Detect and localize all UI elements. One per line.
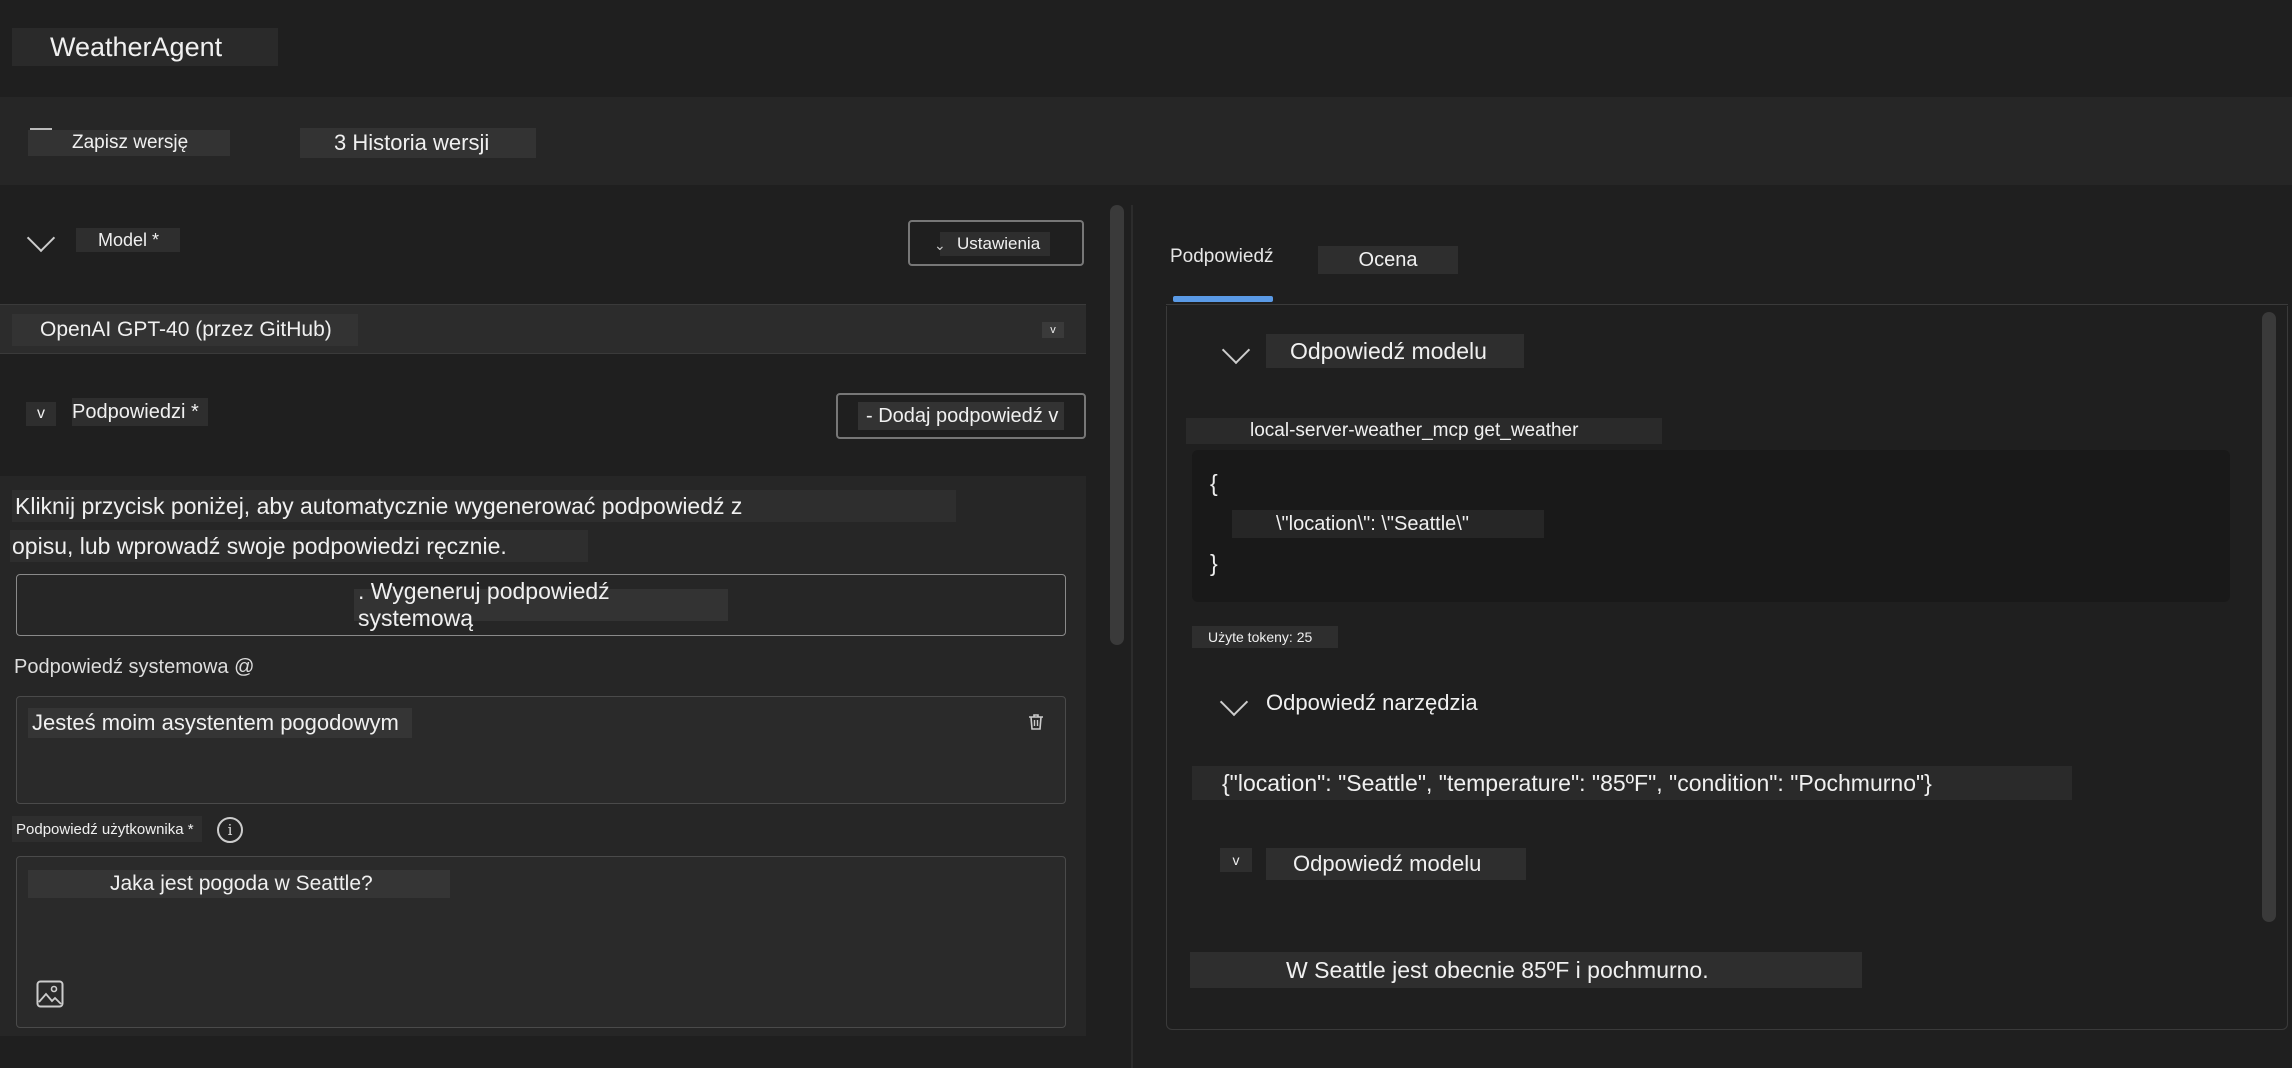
user-prompt-label: Podpowiedź użytkownika * bbox=[12, 816, 202, 842]
model-response-toggle[interactable]: v bbox=[1220, 848, 1252, 872]
model-response-label-2: Odpowiedź modelu bbox=[1266, 848, 1526, 880]
final-model-response: W Seattle jest obecnie 85ºF i pochmurno. bbox=[1190, 952, 1862, 988]
gear-icon: ⌄ bbox=[934, 237, 946, 253]
tool-response-text: {"location": "Seattle", "temperature": "… bbox=[1192, 766, 2072, 800]
image-icon[interactable] bbox=[36, 980, 64, 1008]
app-title: WeatherAgent bbox=[12, 28, 278, 66]
trash-icon[interactable] bbox=[1026, 712, 1046, 732]
model-response-label: Odpowiedź modelu bbox=[1266, 334, 1524, 368]
version-history-button[interactable]: 3 Historia wersji bbox=[300, 128, 536, 158]
save-icon bbox=[30, 128, 52, 130]
code-open-brace: { bbox=[1210, 470, 1218, 496]
system-prompt-value: Jesteś moim asystentem pogodowym bbox=[28, 708, 412, 738]
prompt-hint-line2: opisu, lub wprowadź swoje podpowiedzi rę… bbox=[10, 530, 588, 562]
code-line: \"location\": \"Seattle\" bbox=[1232, 510, 1544, 538]
left-scrollbar[interactable] bbox=[1110, 205, 1124, 645]
tab-prompt[interactable]: Podpowiedź bbox=[1170, 246, 1274, 274]
user-prompt-value: Jaka jest pogoda w Seattle? bbox=[28, 870, 450, 898]
add-prompt-label: - Dodaj podpowiedź v bbox=[858, 402, 1064, 430]
save-version-button[interactable]: Zapisz wersję bbox=[28, 130, 230, 156]
tool-response-label: Odpowiedź narzędzia bbox=[1266, 690, 1478, 715]
system-prompt-label: Podpowiedź systemowa @ bbox=[14, 656, 255, 678]
active-tab-indicator bbox=[1173, 296, 1273, 302]
model-section-label: Model * bbox=[76, 228, 180, 252]
info-icon[interactable]: i bbox=[217, 817, 243, 843]
tokens-used: Użyte tokeny: 25 bbox=[1192, 626, 1338, 648]
panel-divider bbox=[1131, 205, 1133, 1068]
chevron-down-icon[interactable]: v bbox=[1042, 322, 1064, 338]
settings-button-label: Ustawienia bbox=[940, 232, 1050, 256]
title-bar bbox=[0, 0, 2292, 97]
code-close-brace: } bbox=[1210, 550, 1218, 576]
prompts-toggle[interactable]: v bbox=[26, 402, 56, 426]
output-panel bbox=[1166, 306, 2288, 1030]
prompts-section-label: Podpowiedzi * bbox=[72, 398, 208, 426]
generate-system-prompt-label: . Wygeneruj podpowiedź systemową bbox=[354, 578, 728, 631]
model-select-value: OpenAI GPT-40 (przez GitHub) bbox=[12, 314, 358, 346]
prompt-hint-line1: Kliknij przycisk poniżej, aby automatycz… bbox=[12, 490, 956, 522]
tab-divider bbox=[1166, 304, 2288, 305]
tool-call-name: local-server-weather_mcp get_weather bbox=[1186, 418, 1662, 444]
output-scrollbar[interactable] bbox=[2262, 312, 2276, 922]
tab-evaluation[interactable]: Ocena bbox=[1318, 246, 1458, 274]
